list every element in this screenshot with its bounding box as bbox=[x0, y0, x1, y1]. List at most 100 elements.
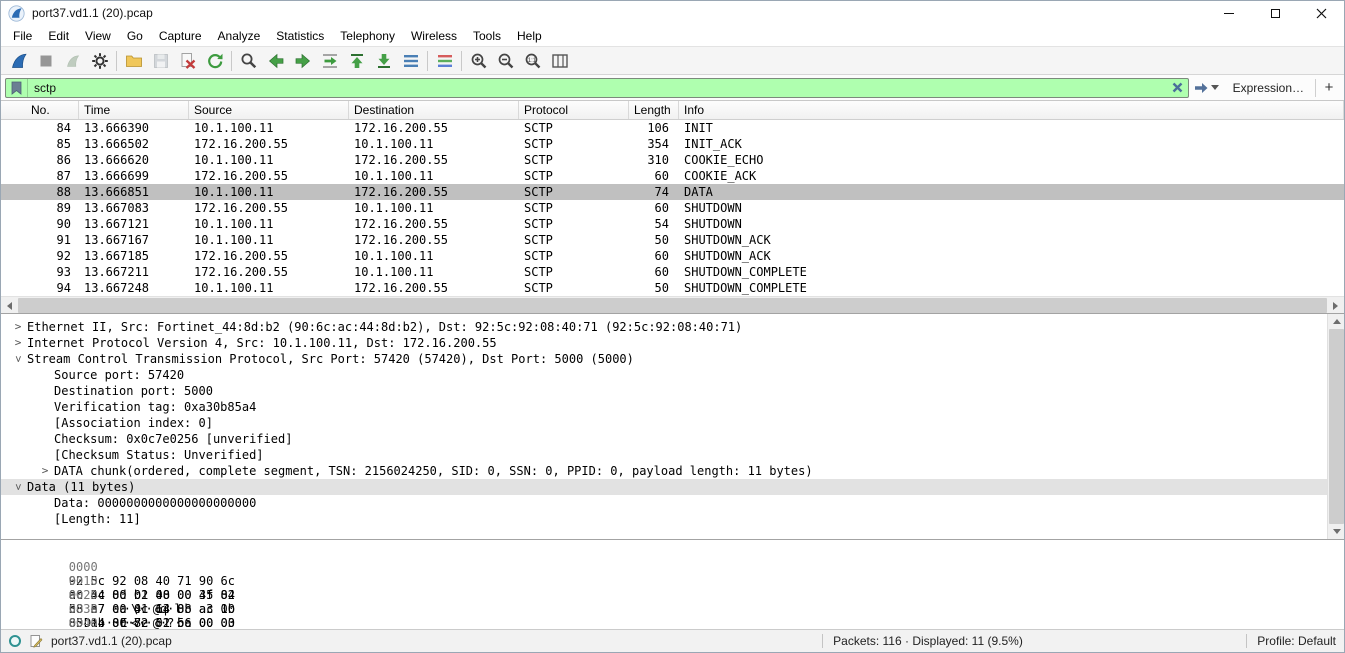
reload-file-button[interactable] bbox=[201, 48, 228, 73]
expand-chevron-icon[interactable]: > bbox=[9, 319, 27, 335]
menu-item[interactable]: Edit bbox=[40, 27, 77, 45]
menu-item[interactable]: Help bbox=[509, 27, 550, 45]
expand-chevron-icon[interactable] bbox=[36, 431, 54, 447]
detail-line[interactable]: Verification tag: 0xa30b85a4 bbox=[1, 399, 1344, 415]
menu-item[interactable]: Go bbox=[119, 27, 151, 45]
expand-chevron-icon[interactable] bbox=[36, 447, 54, 463]
close-file-button[interactable] bbox=[174, 48, 201, 73]
menu-item[interactable]: Statistics bbox=[268, 27, 332, 45]
packet-row[interactable]: 88 13.666851 10.1.100.11 172.16.200.55 S… bbox=[1, 184, 1344, 200]
capture-options-button[interactable] bbox=[86, 48, 113, 73]
start-capture-button[interactable] bbox=[5, 48, 32, 73]
expand-chevron-icon[interactable]: > bbox=[10, 350, 26, 368]
menu-item[interactable]: Wireless bbox=[403, 27, 465, 45]
zoom-100-button[interactable]: 1:1 bbox=[519, 48, 546, 73]
expand-chevron-icon[interactable] bbox=[36, 495, 54, 511]
packet-row[interactable]: 90 13.667121 10.1.100.11 172.16.200.55 S… bbox=[1, 216, 1344, 232]
column-header-info[interactable]: Info bbox=[679, 101, 1344, 119]
go-forward-button[interactable] bbox=[289, 48, 316, 73]
packet-row[interactable]: 91 13.667167 10.1.100.11 172.16.200.55 S… bbox=[1, 232, 1344, 248]
hex-row[interactable]: 0000 92 5c 92 08 40 71 90 6c ac 44 8d b2… bbox=[11, 546, 1344, 560]
display-filter-input[interactable] bbox=[28, 79, 1168, 97]
go-to-packet-button[interactable] bbox=[316, 48, 343, 73]
detail-line[interactable]: > Ethernet II, Src: Fortinet_44:8d:b2 (9… bbox=[1, 319, 1344, 335]
column-header-source[interactable]: Source bbox=[189, 101, 349, 119]
auto-scroll-icon bbox=[401, 51, 421, 71]
detail-line[interactable]: > Data (11 bytes) bbox=[1, 479, 1344, 495]
filter-apply-button[interactable] bbox=[1189, 82, 1224, 94]
horizontal-scroll-thumb[interactable] bbox=[18, 298, 1327, 313]
packet-row[interactable]: 87 13.666699 172.16.200.55 10.1.100.11 S… bbox=[1, 168, 1344, 184]
menu-item[interactable]: Analyze bbox=[210, 27, 269, 45]
expand-chevron-icon[interactable] bbox=[36, 415, 54, 431]
auto-scroll-button[interactable] bbox=[397, 48, 424, 73]
scroll-right-button[interactable] bbox=[1327, 297, 1344, 314]
close-button[interactable] bbox=[1298, 1, 1344, 25]
column-header-length[interactable]: Length bbox=[629, 101, 679, 119]
filter-clear-button[interactable] bbox=[1168, 79, 1188, 97]
filter-bookmark-button[interactable] bbox=[6, 79, 28, 97]
scroll-down-button[interactable] bbox=[1328, 524, 1344, 539]
packet-row[interactable]: 84 13.666390 10.1.100.11 172.16.200.55 S… bbox=[1, 120, 1344, 136]
packet-row[interactable]: 93 13.667211 172.16.200.55 10.1.100.11 S… bbox=[1, 264, 1344, 280]
packet-row[interactable]: 86 13.666620 10.1.100.11 172.16.200.55 S… bbox=[1, 152, 1344, 168]
scroll-left-button[interactable] bbox=[1, 297, 18, 314]
hex-dump-pane: 0000 92 5c 92 08 40 71 90 6c ac 44 8d b2… bbox=[1, 539, 1344, 629]
statusbar-left: port37.vd1.1 (20).pcap bbox=[9, 634, 172, 648]
expand-chevron-icon[interactable]: > bbox=[9, 335, 27, 351]
hex-row[interactable]: 0010 00 3c 00 01 40 00 3f 84 58 e7 0a 01… bbox=[11, 560, 1344, 574]
capture-comment-icon[interactable] bbox=[29, 634, 43, 648]
go-first-packet-button[interactable] bbox=[343, 48, 370, 73]
profile-selector[interactable]: Profile: Default bbox=[1257, 634, 1336, 648]
zoom-out-button[interactable] bbox=[492, 48, 519, 73]
detail-line[interactable]: [Checksum Status: Unverified] bbox=[1, 447, 1344, 463]
add-filter-button[interactable]: + bbox=[1318, 79, 1340, 97]
expand-chevron-icon[interactable] bbox=[36, 511, 54, 527]
expression-button[interactable]: Expression… bbox=[1224, 81, 1313, 95]
detail-line[interactable]: Checksum: 0x0c7e0256 [unverified] bbox=[1, 431, 1344, 447]
detail-text: Verification tag: 0xa30b85a4 bbox=[54, 399, 256, 415]
column-header-no[interactable]: No. bbox=[1, 101, 79, 119]
detail-line[interactable]: Destination port: 5000 bbox=[1, 383, 1344, 399]
filter-history-caret-icon[interactable] bbox=[1211, 85, 1219, 90]
maximize-button[interactable] bbox=[1252, 1, 1298, 25]
detail-line[interactable]: [Association index: 0] bbox=[1, 415, 1344, 431]
minimize-button[interactable] bbox=[1206, 1, 1252, 25]
expand-chevron-icon[interactable] bbox=[36, 383, 54, 399]
menu-item[interactable]: Telephony bbox=[332, 27, 403, 45]
detail-line[interactable]: Data: 0000000000000000000000 bbox=[1, 495, 1344, 511]
colorize-packets-button[interactable] bbox=[431, 48, 458, 73]
menu-item[interactable]: Capture bbox=[151, 27, 210, 45]
expand-chevron-icon[interactable] bbox=[36, 367, 54, 383]
detail-line[interactable]: Source port: 57420 bbox=[1, 367, 1344, 383]
scroll-up-button[interactable] bbox=[1328, 314, 1344, 329]
packet-row[interactable]: 89 13.667083 172.16.200.55 10.1.100.11 S… bbox=[1, 200, 1344, 216]
resize-columns-button[interactable] bbox=[546, 48, 573, 73]
open-file-button[interactable] bbox=[120, 48, 147, 73]
detail-line[interactable]: [Length: 11] bbox=[1, 511, 1344, 527]
go-last-packet-button[interactable] bbox=[370, 48, 397, 73]
detail-line[interactable]: > Stream Control Transmission Protocol, … bbox=[1, 351, 1344, 367]
go-back-button[interactable] bbox=[262, 48, 289, 73]
detail-line[interactable]: > Internet Protocol Version 4, Src: 10.1… bbox=[1, 335, 1344, 351]
packet-row[interactable]: 94 13.667248 10.1.100.11 172.16.200.55 S… bbox=[1, 280, 1344, 296]
column-header-destination[interactable]: Destination bbox=[349, 101, 519, 119]
menu-item[interactable]: Tools bbox=[465, 27, 509, 45]
clear-filter-icon bbox=[1172, 82, 1183, 93]
expand-chevron-icon[interactable]: > bbox=[36, 463, 54, 479]
column-header-protocol[interactable]: Protocol bbox=[519, 101, 629, 119]
menu-item[interactable]: File bbox=[5, 27, 40, 45]
vertical-scroll-thumb[interactable] bbox=[1329, 329, 1344, 524]
menu-item[interactable]: View bbox=[77, 27, 119, 45]
expert-info-icon[interactable] bbox=[9, 635, 21, 647]
packet-row[interactable]: 85 13.666502 172.16.200.55 10.1.100.11 S… bbox=[1, 136, 1344, 152]
expand-chevron-icon[interactable] bbox=[36, 399, 54, 415]
expand-chevron-icon[interactable]: > bbox=[10, 478, 26, 496]
column-header-time[interactable]: Time bbox=[79, 101, 189, 119]
find-packet-button[interactable] bbox=[235, 48, 262, 73]
zoom-in-button[interactable] bbox=[465, 48, 492, 73]
packet-row[interactable]: 92 13.667185 172.16.200.55 10.1.100.11 S… bbox=[1, 248, 1344, 264]
detail-line[interactable]: > DATA chunk(ordered, complete segment, … bbox=[1, 463, 1344, 479]
packet-protocol: SCTP bbox=[519, 200, 629, 216]
packet-details-pane: > Ethernet II, Src: Fortinet_44:8d:b2 (9… bbox=[1, 313, 1344, 539]
